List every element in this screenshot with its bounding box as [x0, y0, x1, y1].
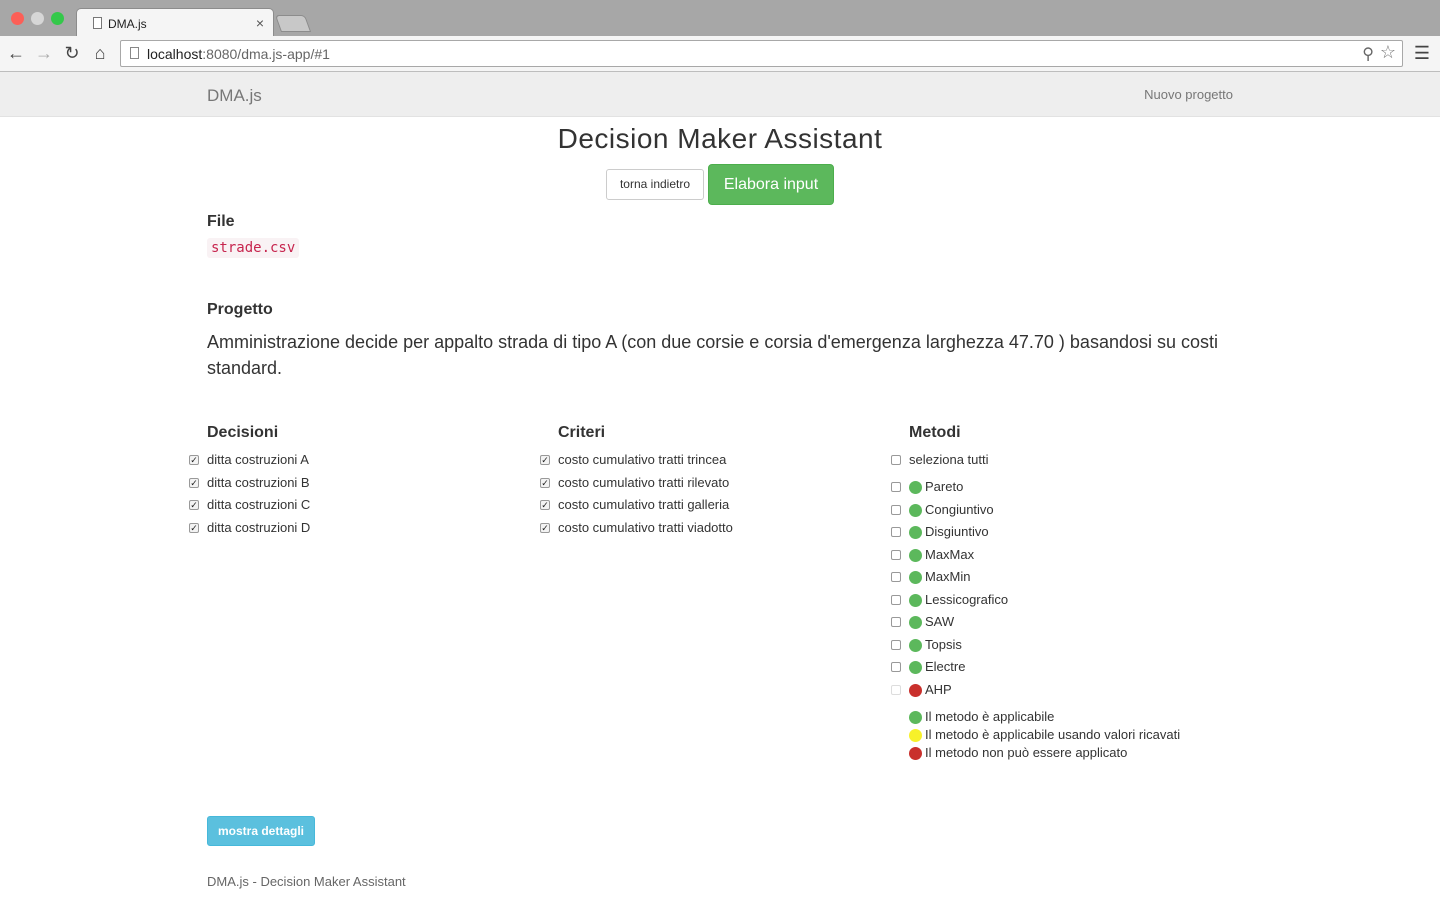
- status-green-icon: [909, 661, 922, 674]
- method-checkbox[interactable]: [891, 617, 901, 627]
- method-checkbox-disabled: [891, 684, 901, 695]
- decision-label: ditta costruzioni D: [207, 519, 311, 535]
- menu-icon[interactable]: ☰: [1414, 43, 1430, 64]
- browser-tab-bar: DMA.js ×: [0, 0, 1440, 37]
- page-title: Decision Maker Assistant: [557, 123, 883, 154]
- status-green-icon: [909, 711, 922, 724]
- criterion-checkbox[interactable]: ✓: [540, 455, 550, 465]
- method-label: Pareto: [925, 479, 964, 494]
- project-description: Amministrazione decide per appalto strad…: [207, 332, 1219, 378]
- brand-link[interactable]: DMA.js: [207, 86, 262, 106]
- decision-checkbox[interactable]: ✓: [189, 455, 199, 465]
- status-green-icon: [909, 616, 922, 629]
- method-label: SAW: [925, 614, 955, 629]
- tab-close-icon[interactable]: ×: [256, 15, 264, 31]
- url-host: localhost: [147, 46, 203, 62]
- legend-label: Il metodo è applicabile: [925, 709, 1055, 724]
- method-label: MaxMin: [925, 569, 971, 584]
- maximize-window-icon[interactable]: [51, 12, 64, 25]
- decision-checkbox[interactable]: ✓: [189, 500, 199, 510]
- decision-label: ditta costruzioni A: [207, 452, 309, 467]
- method-checkbox[interactable]: [891, 572, 901, 582]
- criteria-heading: Criteri: [558, 424, 606, 441]
- decisions-heading: Decisioni: [207, 424, 279, 441]
- method-checkbox[interactable]: [891, 549, 901, 560]
- status-yellow-icon: [909, 729, 922, 742]
- methods-heading: Metodi: [909, 424, 961, 441]
- new-tab-button[interactable]: [274, 15, 312, 32]
- method-checkbox[interactable]: [891, 639, 901, 650]
- decision-label: ditta costruzioni B: [207, 474, 310, 490]
- file-name: strade.csv: [207, 238, 300, 258]
- legend-label: Il metodo è applicabile usando valori ri…: [925, 727, 1181, 742]
- url-text[interactable]: localhost:8080/dma.js-app/#1: [147, 46, 330, 62]
- status-red-icon: [909, 683, 922, 697]
- decision-checkbox[interactable]: ✓: [189, 522, 199, 533]
- home-icon[interactable]: ⌂: [90, 42, 110, 64]
- page-icon: [130, 47, 139, 59]
- close-window-icon[interactable]: [11, 12, 24, 25]
- show-details-button[interactable]: mostra dettagli: [207, 816, 315, 846]
- criterion-checkbox[interactable]: ✓: [540, 522, 550, 533]
- back-button[interactable]: torna indietro: [606, 169, 704, 200]
- select-all-label: seleziona tutti: [909, 452, 989, 467]
- method-checkbox[interactable]: [891, 662, 901, 672]
- url-path: :8080/dma.js-app/#1: [202, 46, 330, 62]
- new-project-link[interactable]: Nuovo progetto: [1144, 87, 1233, 102]
- method-checkbox[interactable]: [891, 527, 901, 537]
- criterion-label: costo cumulativo tratti trincea: [558, 452, 727, 467]
- status-green-icon: [909, 593, 922, 607]
- status-green-icon: [909, 503, 922, 517]
- process-input-button[interactable]: Elabora input: [708, 164, 834, 205]
- method-label: MaxMax: [925, 546, 975, 562]
- method-label: Congiuntivo: [925, 501, 994, 517]
- status-green-icon: [909, 638, 922, 652]
- method-label: AHP: [925, 681, 952, 697]
- app-navbar: DMA.js Nuovo progetto: [0, 72, 1440, 117]
- method-checkbox[interactable]: [891, 504, 901, 515]
- criterion-label: costo cumulativo tratti viadotto: [558, 519, 733, 535]
- legend-label: Il metodo non può essere applicato: [925, 745, 1128, 760]
- browser-toolbar: ← → ↻ ⌂ localhost:8080/dma.js-app/#1 ⚲ ☆…: [0, 36, 1440, 72]
- document-icon: [93, 17, 102, 29]
- method-label: Electre: [925, 659, 966, 674]
- method-checkbox[interactable]: [891, 482, 901, 492]
- status-red-icon: [909, 747, 922, 760]
- browser-tab[interactable]: DMA.js ×: [76, 8, 274, 37]
- forward-arrow-icon[interactable]: →: [34, 42, 54, 64]
- criterion-checkbox[interactable]: ✓: [540, 500, 550, 510]
- status-green-icon: [909, 481, 922, 494]
- tab-title: DMA.js: [108, 17, 147, 31]
- status-green-icon: [909, 526, 922, 539]
- status-green-icon: [909, 571, 922, 584]
- minimize-window-icon[interactable]: [31, 12, 44, 25]
- star-icon[interactable]: ☆: [1380, 42, 1396, 63]
- criterion-label: costo cumulativo tratti galleria: [558, 497, 730, 512]
- decision-label: ditta costruzioni C: [207, 497, 311, 512]
- footer-text: DMA.js - Decision Maker Assistant: [207, 874, 406, 889]
- method-label: Topsis: [925, 636, 962, 652]
- zoom-icon[interactable]: ⚲: [1362, 44, 1374, 64]
- method-label: Lessicografico: [925, 591, 1009, 607]
- file-heading: File: [207, 213, 235, 230]
- project-heading: Progetto: [207, 301, 273, 318]
- criterion-checkbox[interactable]: ✓: [540, 477, 550, 488]
- select-all-checkbox[interactable]: [891, 455, 901, 465]
- reload-icon[interactable]: ↻: [62, 42, 82, 64]
- method-checkbox[interactable]: [891, 594, 901, 605]
- method-label: Disgiuntivo: [925, 524, 989, 539]
- decision-checkbox[interactable]: ✓: [189, 477, 199, 488]
- criterion-label: costo cumulativo tratti rilevato: [558, 474, 730, 490]
- back-arrow-icon[interactable]: ←: [6, 42, 26, 64]
- status-green-icon: [909, 548, 922, 562]
- address-bar[interactable]: localhost:8080/dma.js-app/#1 ⚲ ☆: [120, 40, 1403, 67]
